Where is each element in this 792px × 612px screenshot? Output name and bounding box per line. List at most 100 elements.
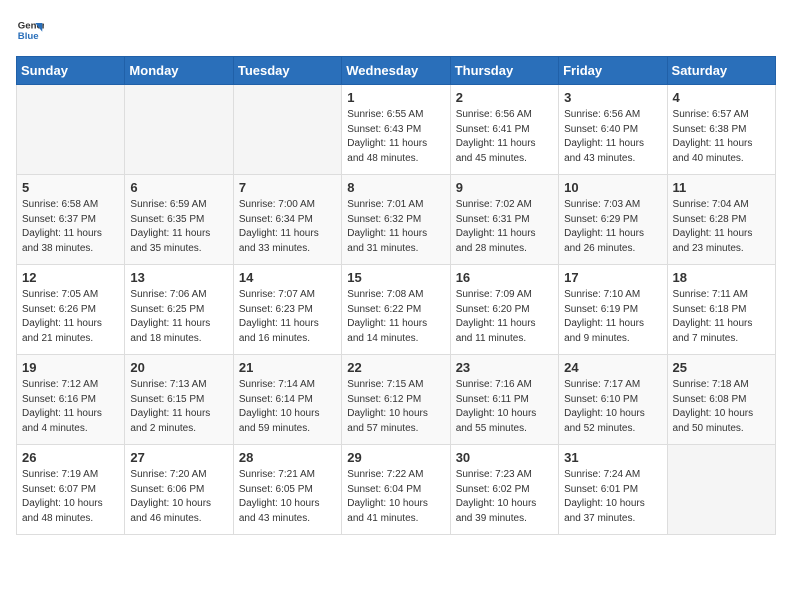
day-number: 26 [22, 450, 119, 465]
calendar-cell: 6 Sunrise: 6:59 AM Sunset: 6:35 PM Daylig… [125, 175, 233, 265]
weekday-header: Thursday [450, 57, 558, 85]
calendar-table: SundayMondayTuesdayWednesdayThursdayFrid… [16, 56, 776, 535]
day-info: Sunrise: 7:06 AM Sunset: 6:25 PM Dayligh… [130, 288, 227, 346]
calendar-cell [667, 445, 775, 535]
day-info: Sunrise: 7:09 AM Sunset: 6:20 PM Dayligh… [456, 288, 553, 346]
day-info: Sunrise: 7:19 AM Sunset: 6:07 PM Dayligh… [22, 468, 119, 526]
calendar-cell: 5 Sunrise: 6:58 AM Sunset: 6:37 PM Daylig… [17, 175, 125, 265]
day-number: 12 [22, 270, 119, 285]
calendar-cell: 9 Sunrise: 7:02 AM Sunset: 6:31 PM Daylig… [450, 175, 558, 265]
calendar-cell: 12 Sunrise: 7:05 AM Sunset: 6:26 PM Dayli… [17, 265, 125, 355]
calendar-cell [17, 85, 125, 175]
day-info: Sunrise: 7:17 AM Sunset: 6:10 PM Dayligh… [564, 378, 661, 436]
day-info: Sunrise: 7:08 AM Sunset: 6:22 PM Dayligh… [347, 288, 444, 346]
weekday-header: Tuesday [233, 57, 341, 85]
calendar-cell: 13 Sunrise: 7:06 AM Sunset: 6:25 PM Dayli… [125, 265, 233, 355]
calendar-cell: 10 Sunrise: 7:03 AM Sunset: 6:29 PM Dayli… [559, 175, 667, 265]
day-info: Sunrise: 7:10 AM Sunset: 6:19 PM Dayligh… [564, 288, 661, 346]
day-number: 20 [130, 360, 227, 375]
calendar-cell [233, 85, 341, 175]
day-info: Sunrise: 6:56 AM Sunset: 6:41 PM Dayligh… [456, 108, 553, 166]
calendar-cell: 19 Sunrise: 7:12 AM Sunset: 6:16 PM Dayli… [17, 355, 125, 445]
calendar-cell: 18Sunrise: 7:11 AM Sunset: 6:18 PM Dayli… [667, 265, 775, 355]
calendar-cell: 26 Sunrise: 7:19 AM Sunset: 6:07 PM Dayli… [17, 445, 125, 535]
day-info: Sunrise: 6:56 AM Sunset: 6:40 PM Dayligh… [564, 108, 661, 166]
day-number: 19 [22, 360, 119, 375]
day-info: Sunrise: 6:59 AM Sunset: 6:35 PM Dayligh… [130, 198, 227, 256]
calendar-cell: 1 Sunrise: 6:55 AM Sunset: 6:43 PM Daylig… [342, 85, 450, 175]
day-number: 8 [347, 180, 444, 195]
day-number: 4 [673, 90, 770, 105]
day-number: 5 [22, 180, 119, 195]
day-number: 31 [564, 450, 661, 465]
day-number: 17 [564, 270, 661, 285]
day-info: Sunrise: 7:12 AM Sunset: 6:16 PM Dayligh… [22, 378, 119, 436]
calendar-week-row: 1 Sunrise: 6:55 AM Sunset: 6:43 PM Daylig… [17, 85, 776, 175]
calendar-cell: 30Sunrise: 7:23 AM Sunset: 6:02 PM Dayli… [450, 445, 558, 535]
day-info: Sunrise: 7:13 AM Sunset: 6:15 PM Dayligh… [130, 378, 227, 436]
day-number: 27 [130, 450, 227, 465]
day-number: 30 [456, 450, 553, 465]
calendar-cell: 2 Sunrise: 6:56 AM Sunset: 6:41 PM Daylig… [450, 85, 558, 175]
calendar-week-row: 26 Sunrise: 7:19 AM Sunset: 6:07 PM Dayli… [17, 445, 776, 535]
day-number: 14 [239, 270, 336, 285]
day-number: 3 [564, 90, 661, 105]
calendar-cell: 21Sunrise: 7:14 AM Sunset: 6:14 PM Dayli… [233, 355, 341, 445]
logo: General Blue [16, 16, 44, 44]
logo-icon: General Blue [16, 16, 44, 44]
calendar-cell [125, 85, 233, 175]
weekday-header: Saturday [667, 57, 775, 85]
day-number: 16 [456, 270, 553, 285]
calendar-cell: 16 Sunrise: 7:09 AM Sunset: 6:20 PM Dayli… [450, 265, 558, 355]
calendar-cell: 29Sunrise: 7:22 AM Sunset: 6:04 PM Dayli… [342, 445, 450, 535]
calendar-cell: 3 Sunrise: 6:56 AM Sunset: 6:40 PM Daylig… [559, 85, 667, 175]
calendar-cell: 23Sunrise: 7:16 AM Sunset: 6:11 PM Dayli… [450, 355, 558, 445]
calendar-cell: 15 Sunrise: 7:08 AM Sunset: 6:22 PM Dayli… [342, 265, 450, 355]
calendar-cell: 24Sunrise: 7:17 AM Sunset: 6:10 PM Dayli… [559, 355, 667, 445]
day-info: Sunrise: 7:05 AM Sunset: 6:26 PM Dayligh… [22, 288, 119, 346]
calendar-cell: 17 Sunrise: 7:10 AM Sunset: 6:19 PM Dayli… [559, 265, 667, 355]
day-number: 7 [239, 180, 336, 195]
day-number: 13 [130, 270, 227, 285]
day-info: Sunrise: 6:55 AM Sunset: 6:43 PM Dayligh… [347, 108, 444, 166]
day-info: Sunrise: 7:24 AM Sunset: 6:01 PM Dayligh… [564, 468, 661, 526]
weekday-header: Monday [125, 57, 233, 85]
day-info: Sunrise: 7:21 AM Sunset: 6:05 PM Dayligh… [239, 468, 336, 526]
calendar-cell: 27 Sunrise: 7:20 AM Sunset: 6:06 PM Dayli… [125, 445, 233, 535]
day-number: 22 [347, 360, 444, 375]
weekday-header: Wednesday [342, 57, 450, 85]
day-number: 21 [239, 360, 336, 375]
calendar-week-row: 12 Sunrise: 7:05 AM Sunset: 6:26 PM Dayli… [17, 265, 776, 355]
day-info: Sunrise: 6:57 AM Sunset: 6:38 PM Dayligh… [673, 108, 770, 166]
day-number: 6 [130, 180, 227, 195]
day-info: Sunrise: 7:04 AM Sunset: 6:28 PM Dayligh… [673, 198, 770, 256]
day-number: 15 [347, 270, 444, 285]
svg-text:Blue: Blue [18, 31, 39, 42]
day-number: 2 [456, 90, 553, 105]
calendar-cell: 11 Sunrise: 7:04 AM Sunset: 6:28 PM Dayli… [667, 175, 775, 265]
day-number: 23 [456, 360, 553, 375]
day-info: Sunrise: 7:15 AM Sunset: 6:12 PM Dayligh… [347, 378, 444, 436]
calendar-cell: 28 Sunrise: 7:21 AM Sunset: 6:05 PM Dayli… [233, 445, 341, 535]
day-number: 25 [673, 360, 770, 375]
day-info: Sunrise: 7:20 AM Sunset: 6:06 PM Dayligh… [130, 468, 227, 526]
page-header: General Blue [16, 16, 776, 44]
calendar-cell: 7Sunrise: 7:00 AM Sunset: 6:34 PM Daylig… [233, 175, 341, 265]
day-info: Sunrise: 7:18 AM Sunset: 6:08 PM Dayligh… [673, 378, 770, 436]
day-number: 10 [564, 180, 661, 195]
day-info: Sunrise: 7:02 AM Sunset: 6:31 PM Dayligh… [456, 198, 553, 256]
day-number: 29 [347, 450, 444, 465]
day-number: 9 [456, 180, 553, 195]
day-number: 18 [673, 270, 770, 285]
calendar-week-row: 19 Sunrise: 7:12 AM Sunset: 6:16 PM Dayli… [17, 355, 776, 445]
calendar-cell: 8Sunrise: 7:01 AM Sunset: 6:32 PM Daylig… [342, 175, 450, 265]
calendar-cell: 4 Sunrise: 6:57 AM Sunset: 6:38 PM Daylig… [667, 85, 775, 175]
calendar-cell: 14Sunrise: 7:07 AM Sunset: 6:23 PM Dayli… [233, 265, 341, 355]
day-number: 11 [673, 180, 770, 195]
day-number: 1 [347, 90, 444, 105]
day-number: 28 [239, 450, 336, 465]
weekday-header: Friday [559, 57, 667, 85]
calendar-cell: 22 Sunrise: 7:15 AM Sunset: 6:12 PM Dayli… [342, 355, 450, 445]
day-info: Sunrise: 7:03 AM Sunset: 6:29 PM Dayligh… [564, 198, 661, 256]
day-info: Sunrise: 6:58 AM Sunset: 6:37 PM Dayligh… [22, 198, 119, 256]
